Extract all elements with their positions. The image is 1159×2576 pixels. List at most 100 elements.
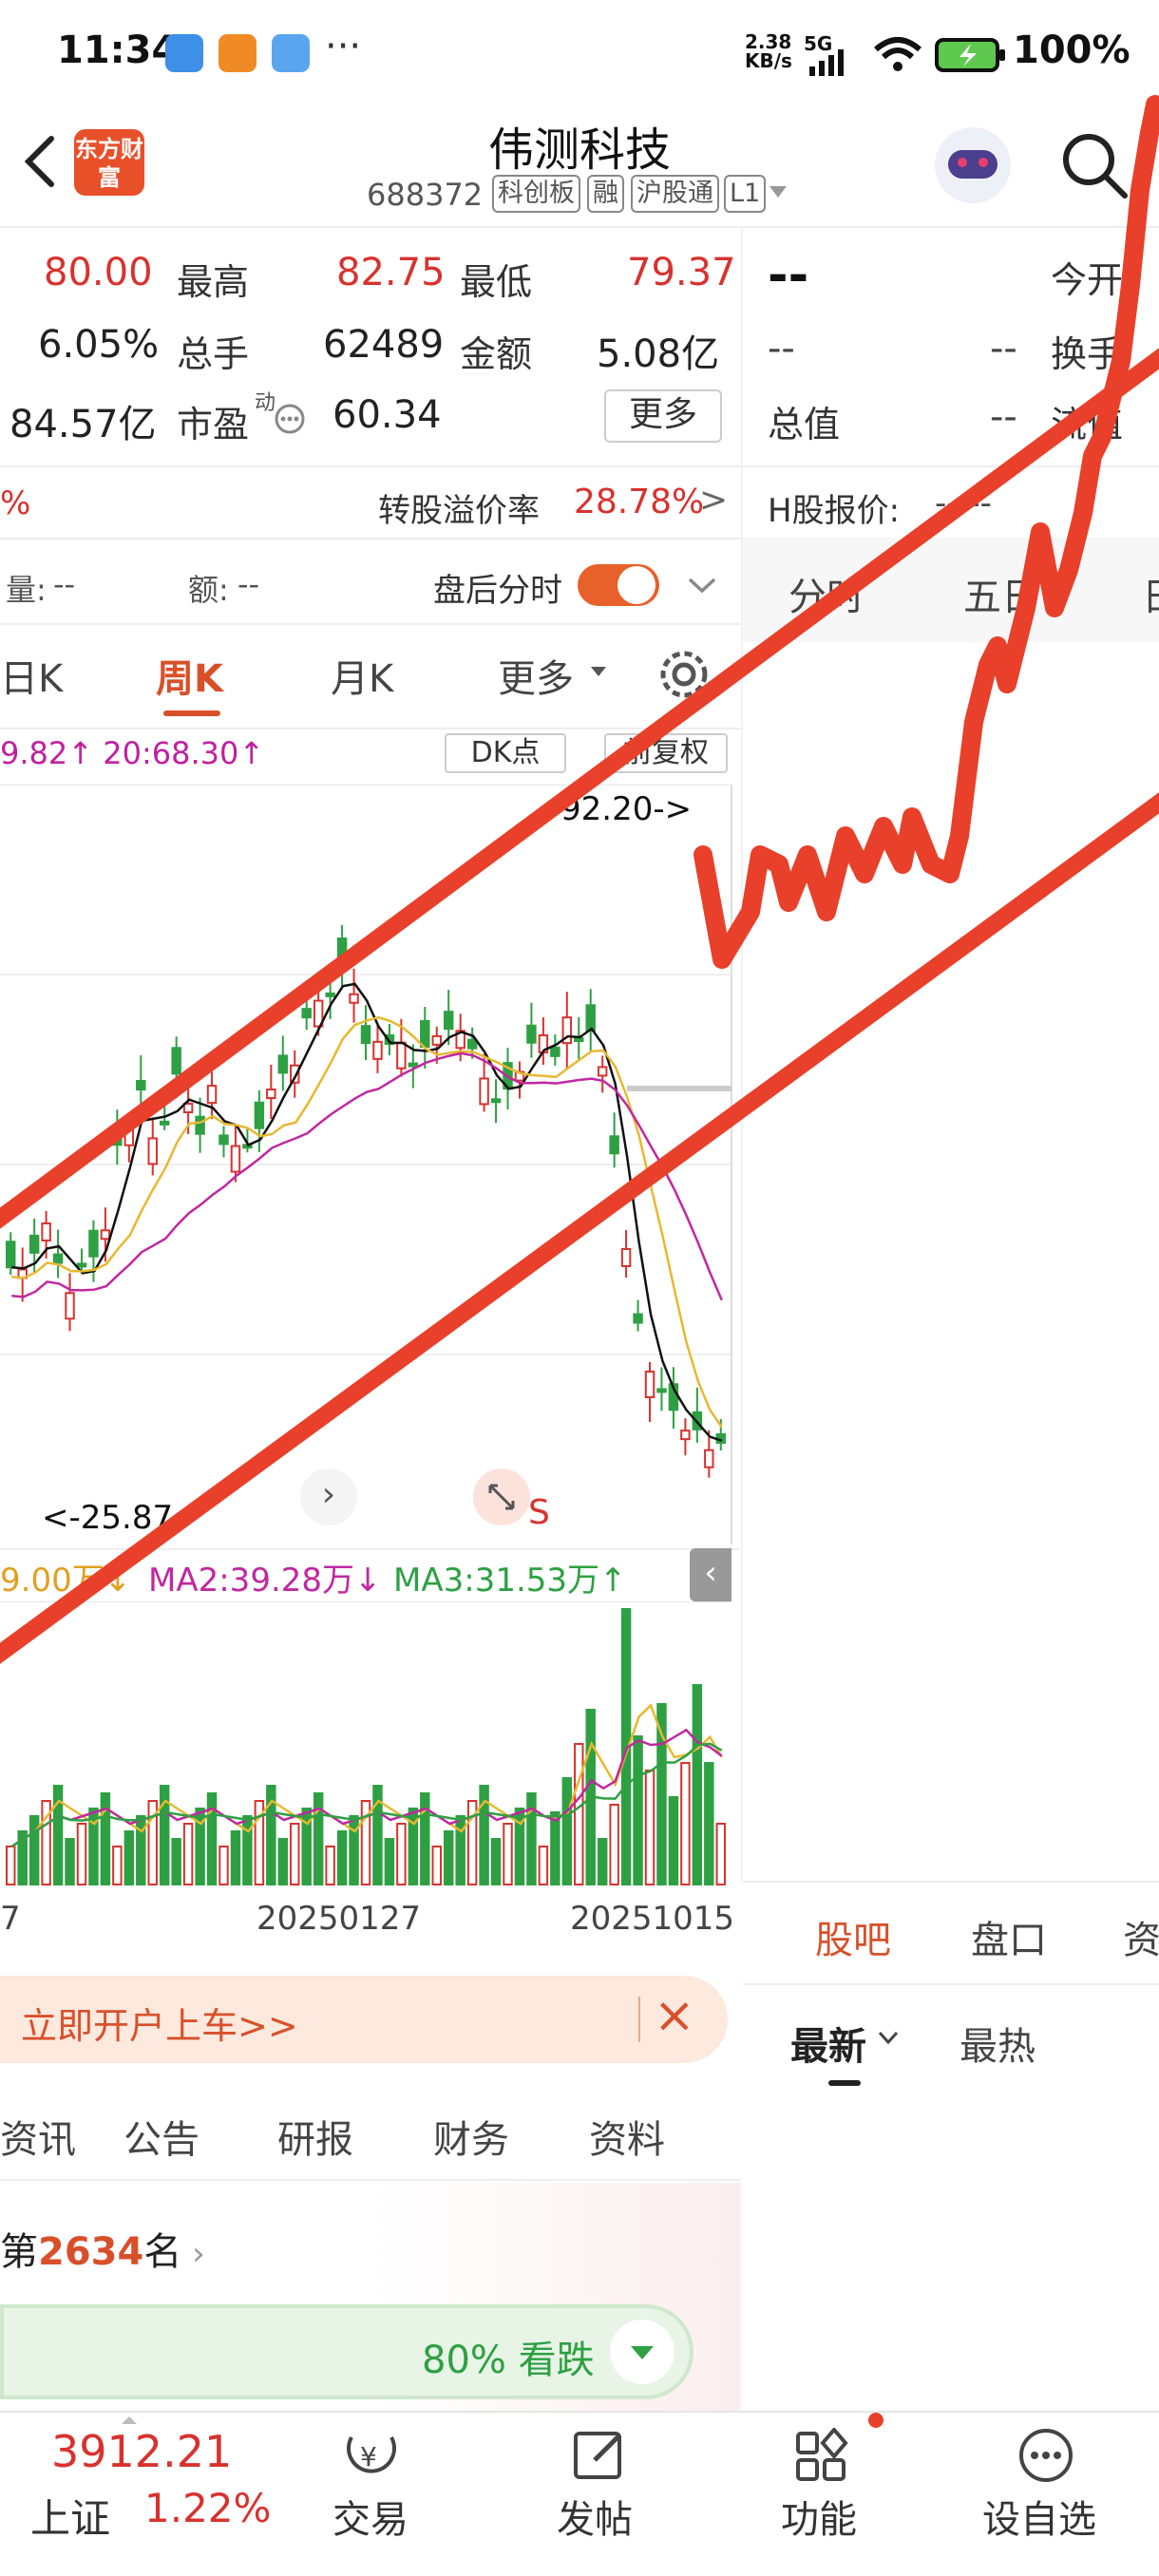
float-value-label: 流值 — [1051, 404, 1124, 445]
candle-body — [41, 1222, 51, 1241]
candle-body — [620, 1248, 632, 1267]
net-speed: 2.38 KB/s — [745, 30, 792, 72]
candle-body — [656, 1388, 667, 1393]
pe-value: 60.34 — [332, 393, 442, 437]
robot-avatar[interactable] — [935, 127, 1011, 203]
premium-label: 转股溢价率 — [378, 492, 540, 530]
candle-body — [301, 1008, 312, 1019]
grid-apps-icon[interactable] — [792, 2426, 853, 2485]
volume-bar — [526, 1792, 537, 1885]
index-change[interactable]: 1.22% — [144, 2485, 271, 2531]
tab-research[interactable]: 研报 — [277, 2109, 353, 2164]
cloud-app-icon — [165, 34, 203, 72]
chart-next-button[interactable]: › — [300, 1468, 357, 1525]
collapse-panel-button[interactable]: ‹ — [690, 1548, 732, 1601]
volume-bar — [336, 1830, 348, 1885]
candle-body — [76, 1262, 87, 1268]
compose-icon[interactable] — [570, 2426, 631, 2485]
volume-bar — [182, 1823, 194, 1885]
candle-body — [479, 1077, 489, 1106]
info-more-icon[interactable] — [274, 403, 306, 435]
after-hours-toggle[interactable] — [578, 564, 659, 606]
open-account-banner[interactable]: 立即开户上车>> × — [0, 1976, 728, 2063]
kline-chart[interactable] — [0, 785, 741, 1544]
volume-bar — [561, 1777, 573, 1885]
market-cap: 84.57亿 — [10, 403, 157, 446]
percent-fragment: % — [0, 484, 31, 522]
tag-level: L1 — [724, 175, 767, 213]
tab-funds[interactable]: 资 — [1123, 1909, 1159, 1964]
gear-icon[interactable] — [656, 646, 712, 703]
more-button[interactable]: 更多 — [604, 389, 722, 443]
sort-chevron-icon[interactable] — [876, 2029, 901, 2048]
sentiment-bar[interactable]: 80% 看跌 — [0, 2304, 694, 2399]
candle-body — [360, 1025, 371, 1045]
dk-point-button[interactable]: DK点 — [445, 733, 566, 773]
tab-intraday[interactable]: 分时 — [788, 566, 864, 621]
premium-value[interactable]: 28.78% — [574, 483, 704, 521]
vol-ma1: 9.00万↓ — [0, 1562, 132, 1600]
tab-month-k[interactable]: 月K — [331, 648, 393, 703]
sentiment-dropdown-icon[interactable] — [610, 2320, 674, 2384]
right-divider-2 — [743, 1983, 1159, 1985]
candle-body — [6, 1241, 16, 1269]
active-tab-indicator — [163, 710, 220, 716]
dropdown-triangle-icon[interactable] — [768, 184, 788, 201]
tag-margin: 融 — [587, 175, 624, 213]
tab-week-k[interactable]: 周K — [156, 648, 223, 703]
volume-bar — [503, 1823, 513, 1885]
sort-hottest[interactable]: 最热 — [960, 2016, 1036, 2071]
tab-news[interactable]: 资讯 — [0, 2109, 76, 2164]
tab-order-book[interactable]: 盘口 — [971, 1909, 1047, 1964]
tab-profile[interactable]: 资料 — [589, 2109, 665, 2164]
tab-day[interactable]: 日 — [1142, 566, 1159, 621]
status-bar: 11:34 ··· 2.38 KB/s 5G 100% — [0, 0, 1159, 106]
tab-stock-forum[interactable]: 股吧 — [815, 1909, 891, 1964]
candle-body — [230, 1145, 241, 1173]
volume-bar — [100, 1792, 111, 1885]
close-icon[interactable]: × — [654, 1987, 695, 2044]
volume-bar — [597, 1838, 608, 1885]
chevron-right-icon[interactable]: > — [699, 481, 728, 520]
sort-latest[interactable]: 最新 — [790, 2016, 866, 2071]
candle-body — [372, 1040, 383, 1060]
tab-day-k[interactable]: 日K — [0, 648, 63, 703]
tab-more[interactable]: 更多 — [498, 648, 574, 703]
volume-chart[interactable] — [0, 1601, 741, 1886]
ma-line-black — [11, 982, 723, 1443]
amount-value: 5.08亿 — [597, 332, 720, 376]
high-label: 最高 — [177, 261, 250, 303]
more-options-icon[interactable] — [1016, 2426, 1075, 2485]
wifi-icon — [874, 37, 922, 71]
chevron-down-icon[interactable] — [686, 574, 718, 597]
candle-body — [336, 938, 348, 965]
candle-body — [136, 1080, 146, 1090]
tab-financials[interactable]: 财务 — [433, 2109, 509, 2164]
tab-more-triangle-icon[interactable] — [589, 665, 608, 680]
index-value[interactable]: 3912.21 — [51, 2426, 232, 2477]
tab-announcements[interactable]: 公告 — [124, 2109, 200, 2164]
date-label-start: 7 — [0, 1900, 21, 1938]
search-icon[interactable] — [1058, 127, 1130, 203]
fullscreen-icon[interactable] — [473, 1468, 530, 1525]
candle-body — [597, 1066, 608, 1077]
rank-text[interactable]: 第2634名 › — [0, 2221, 205, 2276]
nav-post[interactable]: 发帖 — [557, 2489, 633, 2544]
nav-trade[interactable]: 交易 — [332, 2489, 408, 2544]
candle-body — [585, 1004, 596, 1032]
right-dash-3: -- — [990, 395, 1017, 439]
tab-five-day[interactable]: 五日 — [963, 566, 1039, 621]
nav-add-watchlist[interactable]: 设自选 — [982, 2489, 1096, 2544]
volume-bar — [325, 1846, 335, 1885]
volume-bar — [443, 1830, 454, 1885]
volume-bar — [420, 1792, 430, 1885]
volume-bar — [396, 1823, 407, 1885]
nav-functions[interactable]: 功能 — [781, 2489, 857, 2544]
adjust-button[interactable]: 前复权 — [604, 733, 728, 773]
index-name[interactable]: 上证 — [30, 2487, 110, 2545]
trade-icon[interactable]: ¥ — [338, 2426, 405, 2485]
volume-bar — [704, 1762, 714, 1885]
tag-connect: 沪股通 — [631, 175, 719, 213]
volume-bar — [680, 1762, 691, 1885]
vol-ma3: MA3:31.53万↑ — [393, 1562, 627, 1600]
